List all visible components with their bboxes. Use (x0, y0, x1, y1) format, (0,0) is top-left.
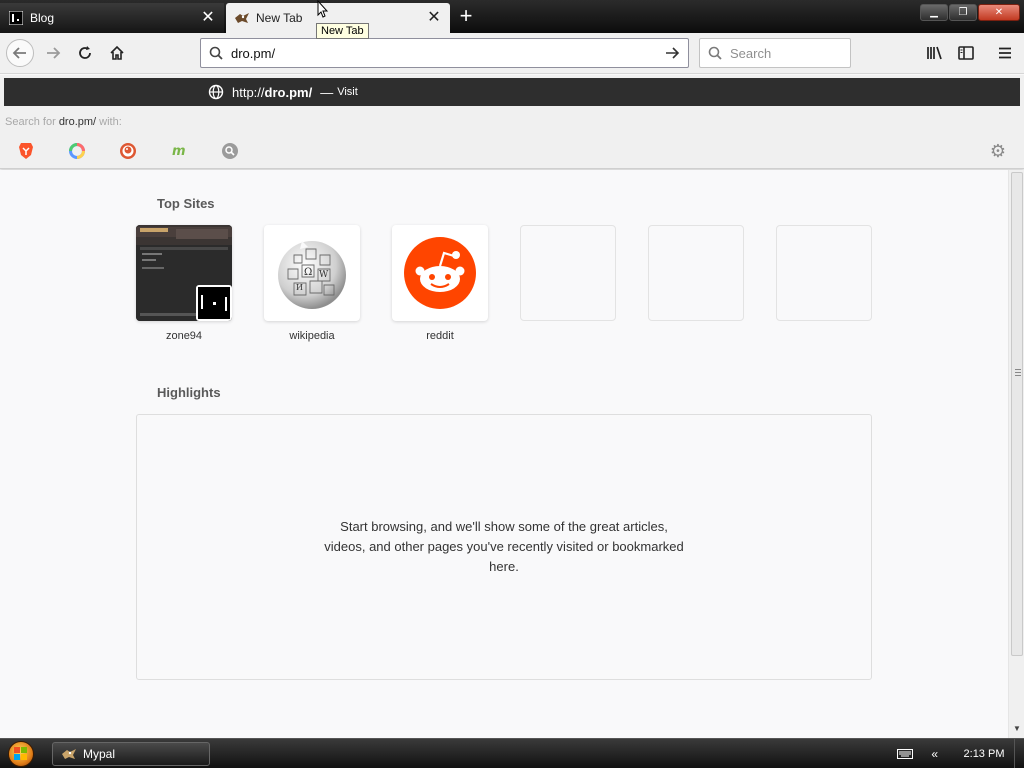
search-bar[interactable]: Search (699, 38, 851, 68)
scroll-down-arrow-icon[interactable]: ▼ (1011, 722, 1023, 736)
top-sites-title: Top Sites (157, 196, 215, 211)
reddit-logo (392, 225, 488, 321)
arrow-right-icon (47, 47, 61, 59)
reload-button[interactable] (72, 40, 98, 66)
tab-strip: Blog ✕ New Tab ✕ + ▁ ❐ ✕ (0, 0, 1024, 33)
search-for-term: dro.pm/ (58, 116, 97, 128)
close-window-button[interactable]: ✕ (978, 4, 1020, 21)
globe-icon (208, 84, 224, 100)
visit-label: Visit (337, 86, 358, 98)
system-clock[interactable]: 2:13 PM (956, 748, 1012, 760)
search-input[interactable]: Search (730, 46, 771, 61)
one-off-search-engines: m ⚙ (0, 139, 1024, 163)
search-icon (209, 46, 223, 60)
show-hidden-icons-button[interactable]: « (931, 747, 938, 761)
visit-url-prefix: http:// (232, 84, 265, 100)
search-engine-icon[interactable] (220, 141, 240, 161)
keyboard-icon[interactable] (897, 749, 914, 759)
tab-blog[interactable]: Blog ✕ (0, 3, 224, 33)
svg-text:Ω: Ω (304, 267, 312, 278)
mypal-icon (62, 749, 76, 759)
arrow-left-icon (12, 47, 26, 59)
vertical-scrollbar[interactable]: ▼ (1008, 170, 1024, 738)
blog-favicon-icon (8, 10, 24, 26)
close-tab-icon[interactable]: ✕ (426, 10, 442, 26)
top-site-label: wikipedia (289, 330, 335, 342)
highlights-empty-message: Start browsing, and we'll show some of t… (324, 519, 684, 574)
maximize-button[interactable]: ❐ (949, 4, 977, 21)
top-site-placeholder (520, 225, 616, 321)
home-button[interactable] (104, 40, 130, 66)
qwant-icon[interactable] (67, 141, 87, 161)
top-site-label: reddit (426, 330, 454, 342)
sidebar-icon (958, 46, 974, 60)
go-arrow-icon[interactable] (664, 45, 680, 61)
brave-icon[interactable] (16, 141, 36, 161)
mouse-cursor-icon (317, 0, 329, 18)
svg-text:m: m (172, 144, 186, 158)
forward-button[interactable] (40, 40, 66, 66)
top-site-label: zone94 (165, 330, 203, 342)
svg-text:W: W (319, 270, 329, 280)
zone94-favicon (196, 285, 232, 321)
tab-title: Blog (30, 11, 55, 25)
home-icon (110, 45, 124, 60)
new-tab-page: Top Sites zone94 Ω W И wikipedia reddit … (0, 170, 1008, 738)
url-bar[interactable]: dro.pm/ (200, 38, 689, 68)
highlights-empty-state: Start browsing, and we'll show some of t… (136, 414, 872, 680)
gear-icon[interactable]: ⚙ (988, 141, 1008, 161)
reload-icon (79, 46, 91, 59)
close-tab-icon[interactable]: ✕ (200, 10, 216, 26)
scroll-grip-icon (1015, 369, 1021, 370)
search-for-suffix: with: (96, 116, 122, 128)
start-button[interactable] (0, 739, 42, 768)
url-input[interactable]: dro.pm/ (231, 46, 664, 61)
menu-button[interactable] (992, 40, 1018, 66)
window-controls: ▁ ❐ ✕ (920, 4, 1020, 21)
mojeek-icon[interactable]: m (169, 141, 189, 161)
system-tray: « 2:13 PM (897, 739, 1024, 768)
highlights-title: Highlights (157, 385, 221, 400)
windows-logo-icon (8, 741, 34, 767)
zone94-thumbnail (136, 225, 232, 321)
wikipedia-logo: Ω W И (264, 225, 360, 321)
empty-tile (776, 225, 872, 321)
library-button[interactable] (922, 40, 948, 66)
search-for-label: Search for dro.pm/ with: (5, 116, 122, 128)
top-site-tile[interactable]: Ω W И wikipedia (264, 225, 360, 342)
empty-tile (520, 225, 616, 321)
url-autocomplete-popup: http://dro.pm/ — Visit Search for dro.pm… (0, 75, 1024, 169)
taskbar-item-label: Mypal (83, 747, 116, 761)
windows-taskbar: Mypal « 2:13 PM (0, 738, 1024, 768)
empty-tile (648, 225, 744, 321)
top-site-tile[interactable]: reddit (392, 225, 488, 342)
top-site-tile[interactable]: zone94 (136, 225, 232, 342)
scrollbar-thumb[interactable] (1011, 172, 1023, 656)
show-desktop-button[interactable] (1014, 739, 1024, 768)
svg-text:И: И (296, 283, 303, 292)
search-for-prefix: Search for (5, 116, 59, 128)
mypal-favicon-icon (234, 10, 250, 26)
visit-separator: — (320, 84, 334, 100)
new-tab-button[interactable]: + (454, 5, 478, 29)
top-site-placeholder (776, 225, 872, 321)
duckduckgo-icon[interactable] (118, 141, 138, 161)
sidebar-button[interactable] (953, 40, 979, 66)
hamburger-menu-icon (999, 47, 1011, 59)
search-icon (708, 46, 722, 60)
visit-suggestion-row[interactable]: http://dro.pm/ — Visit (4, 78, 1020, 106)
minimize-button[interactable]: ▁ (920, 4, 948, 21)
navigation-toolbar: dro.pm/ Search (0, 33, 1024, 74)
visit-url: http://dro.pm/ (232, 85, 312, 100)
taskbar-mypal-button[interactable]: Mypal (52, 742, 210, 766)
top-site-placeholder (648, 225, 744, 321)
back-button[interactable] (6, 39, 34, 67)
visit-url-domain: dro.pm/ (264, 84, 313, 100)
library-icon (927, 46, 942, 60)
tab-tooltip: New Tab (316, 23, 369, 39)
